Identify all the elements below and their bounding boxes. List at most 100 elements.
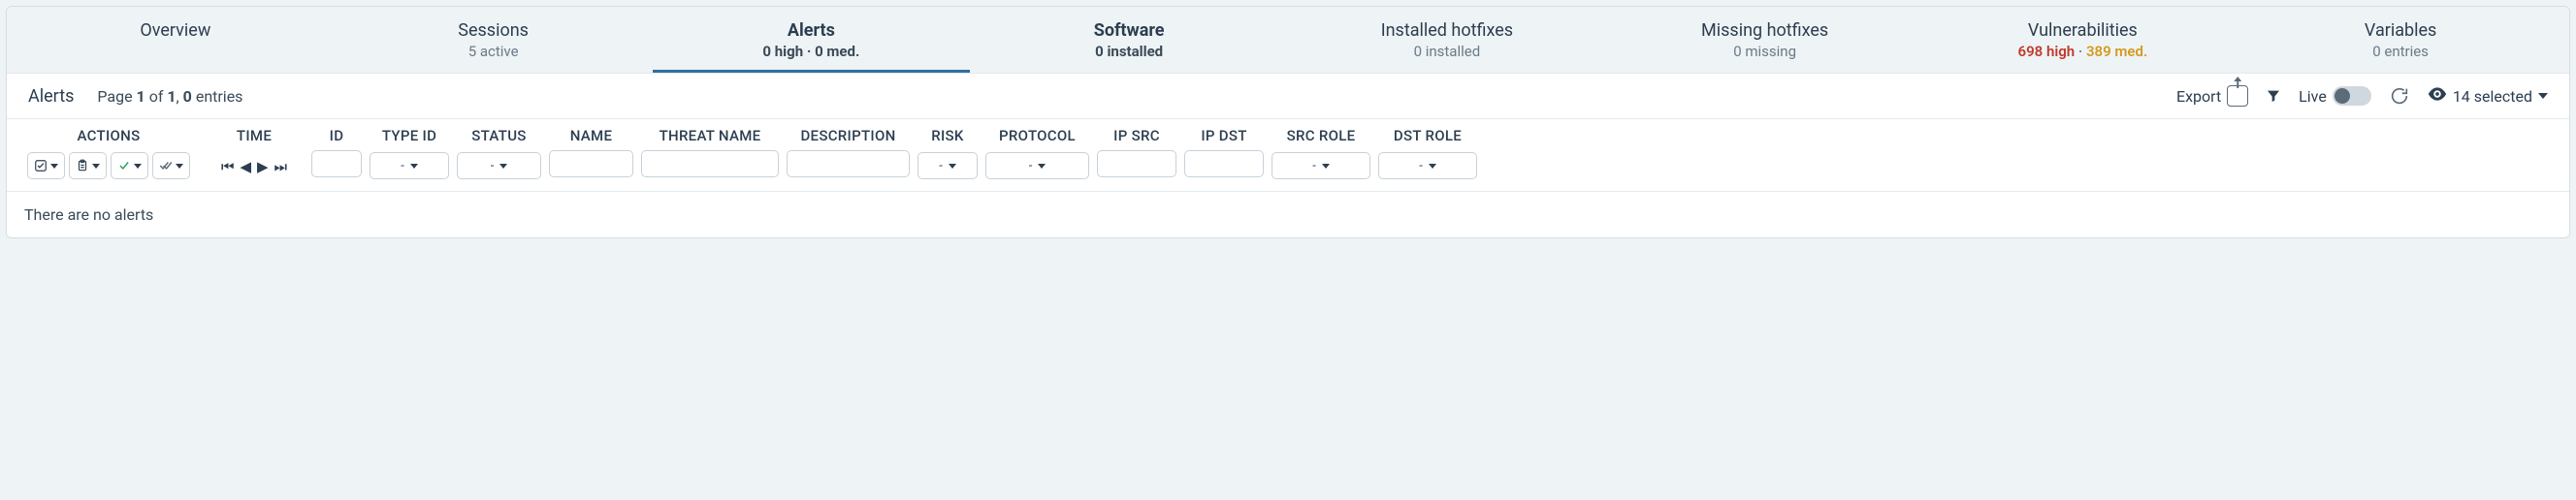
filter-ipdst-input[interactable] bbox=[1184, 150, 1264, 177]
vuln-high-label: 698 high bbox=[2018, 43, 2076, 60]
select-value: - bbox=[491, 159, 495, 173]
page-last-button[interactable]: ⏭ bbox=[274, 158, 288, 175]
tab-sessions[interactable]: Sessions 5 active bbox=[335, 7, 653, 73]
page-next-button[interactable]: ▶ bbox=[257, 158, 269, 175]
tab-alerts[interactable]: Alerts 0 high · 0 med. bbox=[653, 7, 971, 73]
tab-title: Overview bbox=[24, 20, 327, 41]
col-header-time: TIME bbox=[201, 127, 307, 144]
clipboard-button[interactable] bbox=[69, 152, 107, 179]
tab-subtitle: 698 high · 389 med. bbox=[1932, 43, 2235, 60]
chevron-down-icon bbox=[1429, 164, 1436, 169]
ack-button[interactable] bbox=[111, 152, 148, 179]
filter-id-input[interactable] bbox=[311, 150, 362, 177]
select-value: - bbox=[401, 159, 404, 173]
tab-installed-hotfixes[interactable]: Installed hotfixes 0 installed bbox=[1288, 7, 1606, 73]
tab-title: Vulnerabilities bbox=[1932, 20, 2235, 41]
tab-title: Sessions bbox=[342, 20, 645, 41]
tab-title: Alerts bbox=[660, 20, 963, 41]
alerts-grid: ACTIONS TIME ID TYPE ID STATUS NAME THRE… bbox=[7, 119, 2569, 237]
select-value: - bbox=[939, 159, 943, 173]
tab-missing-hotfixes[interactable]: Missing hotfixes 0 missing bbox=[1606, 7, 1924, 73]
empty-state-text: There are no alerts bbox=[7, 192, 2569, 237]
chevron-down-icon bbox=[949, 164, 956, 169]
filter-desc-input[interactable] bbox=[787, 150, 910, 177]
filter-typeid-select[interactable]: - bbox=[370, 152, 449, 179]
tab-title: Installed hotfixes bbox=[1296, 20, 1598, 41]
export-button[interactable]: Export bbox=[2176, 85, 2248, 107]
ack-all-button[interactable] bbox=[152, 152, 190, 179]
tab-subtitle: 5 active bbox=[342, 43, 645, 60]
tab-title: Software bbox=[978, 20, 1280, 41]
export-icon bbox=[2227, 85, 2248, 107]
filter-button[interactable] bbox=[2266, 88, 2281, 104]
page-of: of bbox=[145, 87, 168, 106]
double-check-icon bbox=[159, 159, 173, 172]
page-prefix: Page bbox=[97, 87, 136, 106]
eye-icon bbox=[2428, 86, 2447, 106]
chevron-down-icon bbox=[50, 164, 58, 169]
checkbox-icon bbox=[34, 159, 48, 172]
clipboard-icon bbox=[76, 159, 89, 172]
export-label: Export bbox=[2176, 87, 2221, 106]
page-prev-button[interactable]: ◀ bbox=[240, 158, 251, 175]
col-header-actions: ACTIONS bbox=[16, 127, 201, 144]
col-header-risk: RISK bbox=[914, 127, 982, 144]
col-header-name: NAME bbox=[545, 127, 637, 144]
chevron-down-icon bbox=[1322, 164, 1330, 169]
col-header-dstrole: DST ROLE bbox=[1374, 127, 1481, 144]
filter-dstrole-select[interactable]: - bbox=[1378, 152, 1477, 179]
col-header-status: STATUS bbox=[453, 127, 545, 144]
col-header-ipsrc: IP SRC bbox=[1093, 127, 1180, 144]
filter-status-select[interactable]: - bbox=[457, 152, 541, 179]
vuln-med-label: 389 med. bbox=[2086, 43, 2147, 60]
page-sep: , bbox=[177, 87, 183, 106]
tab-overview[interactable]: Overview bbox=[16, 7, 335, 73]
chevron-down-icon bbox=[134, 164, 142, 169]
tab-subtitle: 0 missing bbox=[1614, 43, 1916, 60]
col-header-id: ID bbox=[307, 127, 366, 144]
funnel-icon bbox=[2266, 88, 2281, 104]
refresh-button[interactable] bbox=[2389, 85, 2410, 107]
filter-srcrole-select[interactable]: - bbox=[1272, 152, 1370, 179]
time-page-controls: ⏮ ◀ ▶ ⏭ bbox=[221, 158, 287, 175]
tab-subtitle: 0 installed bbox=[978, 43, 1280, 60]
grid-filter-row: ⏮ ◀ ▶ ⏭ - - - - - - bbox=[7, 146, 2569, 192]
live-toggle[interactable]: Live bbox=[2299, 86, 2371, 106]
tab-subtitle: 0 high · 0 med. bbox=[660, 43, 963, 60]
select-value: - bbox=[1419, 159, 1423, 173]
section-title: Alerts bbox=[28, 86, 74, 107]
toggle-switch-icon bbox=[2333, 86, 2371, 106]
chevron-down-icon bbox=[2538, 93, 2548, 99]
col-header-proto: PROTOCOL bbox=[982, 127, 1093, 144]
chevron-down-icon bbox=[410, 164, 418, 169]
tab-subtitle: 0 installed bbox=[1296, 43, 1598, 60]
filter-proto-select[interactable]: - bbox=[985, 152, 1089, 179]
selected-count-label: 14 selected bbox=[2453, 87, 2532, 106]
select-value: - bbox=[1312, 159, 1316, 173]
tab-vulnerabilities[interactable]: Vulnerabilities 698 high · 389 med. bbox=[1924, 7, 2242, 73]
select-rows-button[interactable] bbox=[27, 152, 65, 179]
select-value: - bbox=[1029, 159, 1033, 173]
live-label: Live bbox=[2299, 87, 2327, 106]
filter-threat-input[interactable] bbox=[641, 150, 779, 177]
alerts-toolbar: Alerts Page 1 of 1, 0 entries Export Liv… bbox=[7, 74, 2569, 119]
page-current: 1 bbox=[137, 87, 145, 106]
grid-header-row: ACTIONS TIME ID TYPE ID STATUS NAME THRE… bbox=[7, 119, 2569, 146]
vuln-separator: · bbox=[2075, 43, 2086, 60]
page-total: 1 bbox=[167, 87, 176, 106]
tab-software[interactable]: Software 0 installed bbox=[970, 7, 1288, 73]
page-info: Page 1 of 1, 0 entries bbox=[97, 87, 242, 106]
tab-subtitle: 0 entries bbox=[2249, 43, 2552, 60]
alerts-panel: Overview Sessions 5 active Alerts 0 high… bbox=[6, 6, 2570, 238]
filter-ipsrc-input[interactable] bbox=[1097, 150, 1176, 177]
filter-risk-select[interactable]: - bbox=[918, 152, 978, 179]
refresh-icon bbox=[2389, 85, 2410, 107]
col-header-desc: DESCRIPTION bbox=[783, 127, 914, 144]
page-first-button[interactable]: ⏮ bbox=[221, 158, 235, 175]
columns-selected-button[interactable]: 14 selected bbox=[2428, 86, 2548, 106]
tab-variables[interactable]: Variables 0 entries bbox=[2241, 7, 2560, 73]
filter-name-input[interactable] bbox=[549, 150, 633, 177]
chevron-down-icon bbox=[1038, 164, 1046, 169]
col-header-ipdst: IP DST bbox=[1180, 127, 1268, 144]
col-header-srcrole: SRC ROLE bbox=[1268, 127, 1374, 144]
